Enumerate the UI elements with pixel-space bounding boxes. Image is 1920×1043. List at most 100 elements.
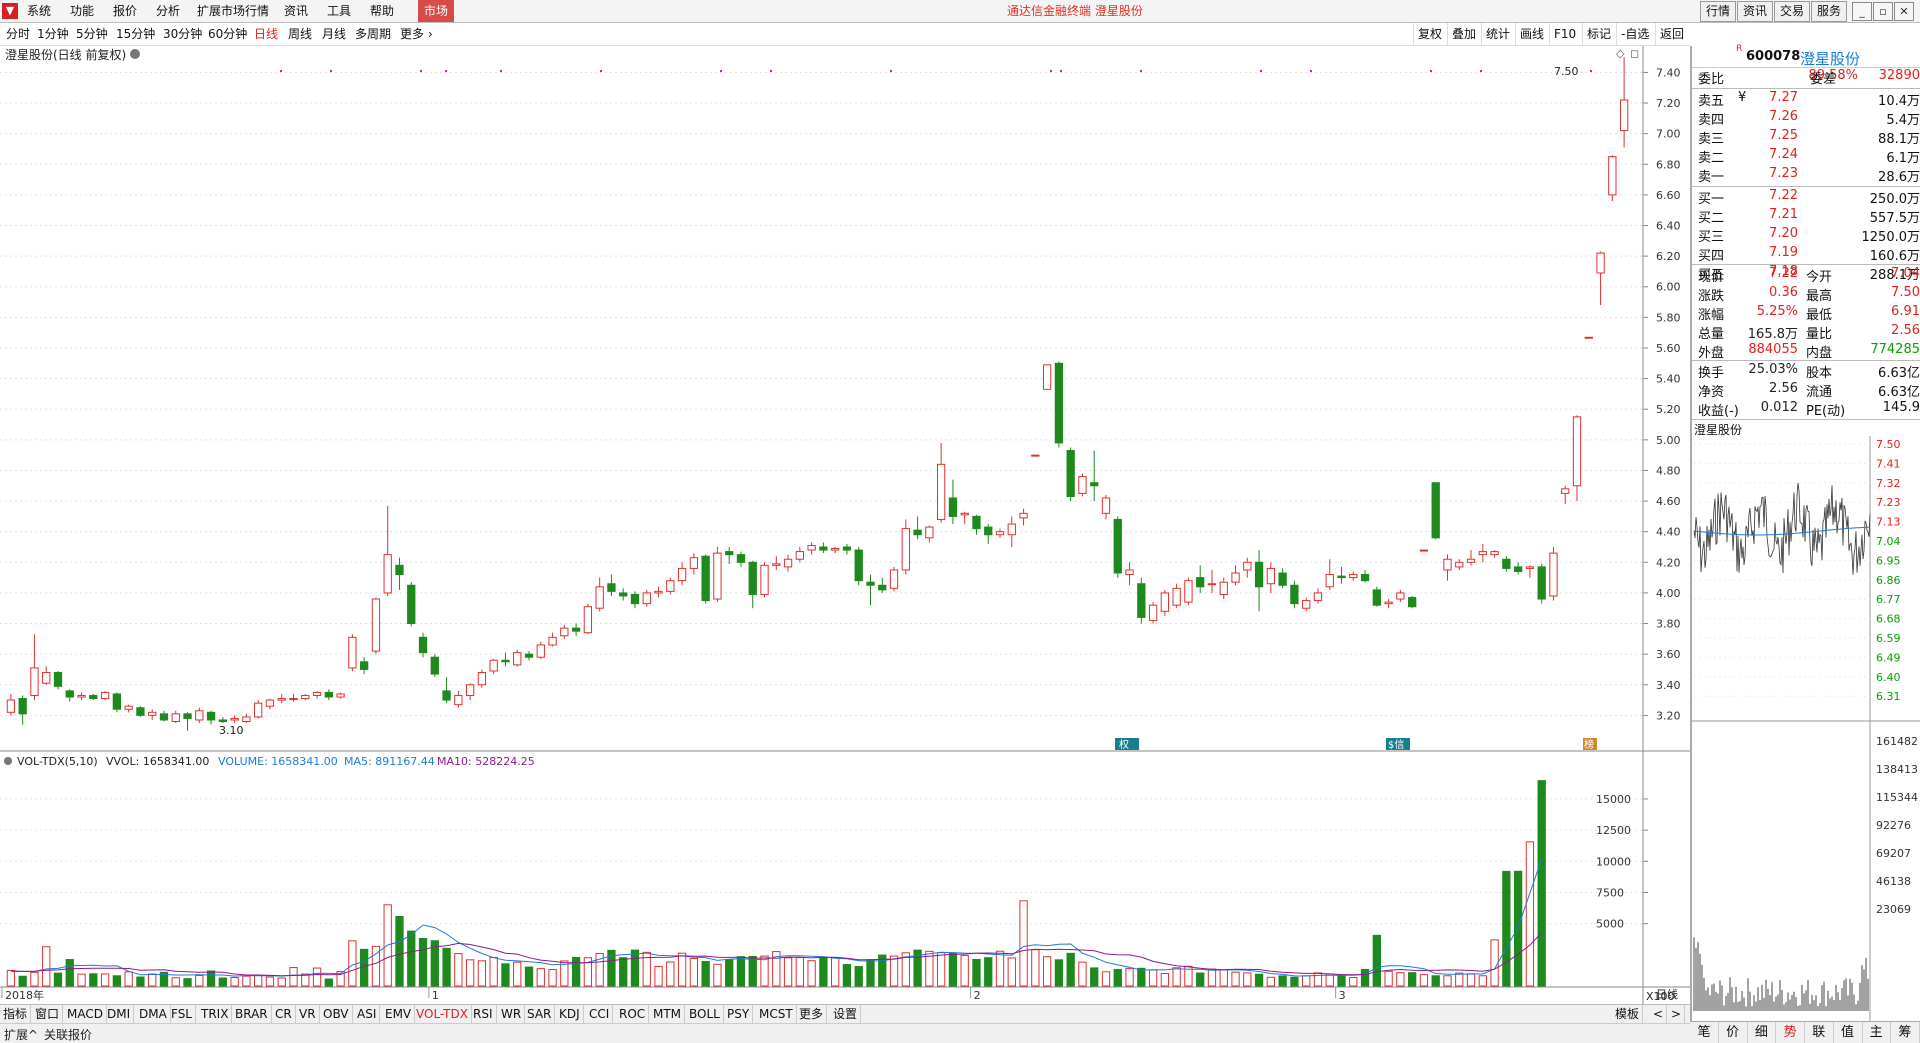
min-icon[interactable]: _: [1852, 2, 1872, 21]
tool-mark[interactable]: 标记: [1582, 23, 1615, 45]
related-quotes-button[interactable]: 关联报价: [44, 1026, 92, 1043]
indicator-tab-trix[interactable]: TRIX: [198, 1005, 233, 1023]
period-weekly[interactable]: 周线: [288, 23, 312, 45]
event-tag-2[interactable]: $信: [1386, 738, 1410, 751]
ask-row[interactable]: 卖二 7.24 6.1万: [1692, 147, 1920, 166]
candle: [619, 588, 628, 601]
status-bar: 扩展^ 关联报价: [0, 1023, 1690, 1043]
tool-draw[interactable]: 画线: [1515, 23, 1548, 45]
candle: [1490, 550, 1499, 558]
indicator-tab-roc[interactable]: ROC: [616, 1005, 650, 1023]
chart-settings-icon[interactable]: [130, 49, 140, 59]
menu-item-extended-market[interactable]: 扩展市场行情: [197, 0, 269, 22]
kline-chart[interactable]: 7.40 7.20 7.00 6.80 6.60 6.40 6.20 6.00 5.80 5.60…: [0, 46, 1690, 1004]
bottom-tab[interactable]: 主: [1862, 1022, 1892, 1043]
diamond-icon[interactable]: ◇: [1616, 47, 1625, 60]
period-monthly[interactable]: 月线: [322, 23, 346, 45]
bottom-tab[interactable]: 细: [1747, 1022, 1777, 1043]
indicator-tab-brar[interactable]: BRAR: [232, 1005, 272, 1023]
indicator-tab-index[interactable]: 指标: [0, 1005, 32, 1023]
indicator-tab-asi[interactable]: ASI: [354, 1005, 381, 1023]
bottom-tab[interactable]: 笔: [1690, 1022, 1719, 1043]
event-tag-1[interactable]: 权: [1115, 738, 1139, 751]
indicator-tab-psy[interactable]: PSY: [724, 1005, 754, 1023]
period-30min[interactable]: 30分钟: [163, 23, 202, 45]
indicator-tab-window[interactable]: 窗口: [32, 1005, 64, 1023]
period-multi[interactable]: 多周期: [355, 23, 391, 45]
bid-row[interactable]: 买四 7.19 160.6万: [1692, 245, 1920, 264]
scroll-right-icon[interactable]: >: [1668, 1005, 1686, 1023]
ask-row[interactable]: 卖三 7.25 88.1万: [1692, 128, 1920, 147]
tool-adjust[interactable]: 复权: [1413, 23, 1446, 45]
period-5min[interactable]: 5分钟: [76, 23, 108, 45]
volume-settings-icon[interactable]: [4, 757, 12, 765]
bid-row[interactable]: 买三 7.20 1250.0万: [1692, 226, 1920, 245]
bottom-tab[interactable]: 值: [1834, 1022, 1863, 1043]
indicator-tab-cr[interactable]: CR: [272, 1005, 296, 1023]
period-1min[interactable]: 1分钟: [37, 23, 69, 45]
tool-f10[interactable]: F10: [1549, 23, 1580, 45]
indicator-tab-wr[interactable]: WR: [498, 1005, 526, 1023]
bid-row[interactable]: 买一 7.22 250.0万: [1692, 188, 1920, 207]
indicator-tab-kdj[interactable]: KDJ: [556, 1005, 584, 1023]
tool-overlay[interactable]: 叠加: [1447, 23, 1480, 45]
menu-item-market[interactable]: 市场: [418, 0, 455, 22]
scroll-left-icon[interactable]: <: [1650, 1005, 1668, 1023]
bid-row[interactable]: 买二 7.21 557.5万: [1692, 207, 1920, 226]
restore-icon[interactable]: ▫: [1873, 2, 1893, 21]
tool-stats[interactable]: 统计: [1481, 23, 1514, 45]
indicator-tab-dma[interactable]: DMA: [136, 1005, 171, 1023]
indicator-tab-dmi[interactable]: DMI: [104, 1005, 135, 1023]
ask-row[interactable]: 卖一 7.23 28.6万: [1692, 166, 1920, 185]
expand-button[interactable]: 扩展^: [4, 1026, 38, 1043]
quote-stat-row: 收益(-) 0.012 PE(动) 145.9: [1698, 400, 1920, 419]
indicator-tab-macd[interactable]: MACD: [64, 1005, 107, 1023]
app-logo-icon[interactable]: ▼: [2, 3, 18, 19]
top-button-service[interactable]: 服务: [1811, 1, 1847, 22]
menu-item-system[interactable]: 系统: [27, 0, 51, 22]
candle: [725, 546, 734, 564]
collapse-icon[interactable]: ◻: [1630, 47, 1639, 60]
period-15min[interactable]: 15分钟: [116, 23, 155, 45]
template-button[interactable]: 模板: [1612, 1005, 1644, 1023]
ask-row[interactable]: 卖四 7.26 5.4万: [1692, 109, 1920, 128]
menu-item-help[interactable]: 帮助: [370, 0, 394, 22]
top-button-quotes[interactable]: 行情: [1700, 1, 1736, 22]
indicator-tab-mcst[interactable]: MCST: [756, 1005, 797, 1023]
indicator-tab-obv[interactable]: OBV: [320, 1005, 353, 1023]
chevron-right-icon[interactable]: ›: [428, 23, 433, 45]
indicator-tab-cci[interactable]: CCI: [586, 1005, 614, 1023]
event-tag-3[interactable]: 榜: [1583, 738, 1597, 751]
tool-watchlist[interactable]: -自选: [1616, 23, 1653, 45]
indicator-tab-vol-tdx[interactable]: VOL-TDX: [413, 1005, 472, 1023]
ask-row[interactable]: 卖五 ¥7.27 10.4万: [1692, 90, 1920, 109]
period-60min[interactable]: 60分钟: [208, 23, 247, 45]
menu-item-analysis[interactable]: 分析: [156, 0, 180, 22]
top-button-trade[interactable]: 交易: [1774, 1, 1810, 22]
indicator-tab-vr[interactable]: VR: [296, 1005, 320, 1023]
menu-item-function[interactable]: 功能: [70, 0, 94, 22]
indicator-tab-settings[interactable]: 设置: [830, 1005, 862, 1023]
menu-item-tools[interactable]: 工具: [327, 0, 351, 22]
intraday-mini-chart[interactable]: 7.50 7.41 7.32 7.23 7.13 7.04 6.95 6.86 6.77 6.68…: [1692, 436, 1920, 1021]
volume-bar: [1466, 973, 1476, 987]
top-button-news[interactable]: 资讯: [1737, 1, 1773, 22]
indicator-tab-boll[interactable]: BOLL: [686, 1005, 724, 1023]
indicator-tab-sar[interactable]: SAR: [524, 1005, 556, 1023]
close-icon[interactable]: ✕: [1894, 2, 1914, 21]
menu-item-quote[interactable]: 报价: [113, 0, 137, 22]
indicator-tab-mtm[interactable]: MTM: [650, 1005, 686, 1023]
indicator-tab-emv[interactable]: EMV: [382, 1005, 416, 1023]
indicator-tab-rsi[interactable]: RSI: [470, 1005, 497, 1023]
period-daily[interactable]: 日线: [254, 23, 278, 45]
bottom-tab[interactable]: 势: [1776, 1022, 1806, 1043]
period-timeshare[interactable]: 分时: [6, 23, 30, 45]
tool-back[interactable]: 返回: [1655, 23, 1688, 45]
indicator-tab-more[interactable]: 更多: [796, 1005, 828, 1023]
bottom-tab[interactable]: 价: [1719, 1022, 1748, 1043]
period-more[interactable]: 更多: [400, 23, 424, 45]
bottom-tab[interactable]: 联: [1805, 1022, 1834, 1043]
menu-item-news[interactable]: 资讯: [284, 0, 308, 22]
indicator-tab-fsl[interactable]: FSL: [168, 1005, 196, 1023]
bottom-tab[interactable]: 筹: [1891, 1022, 1920, 1043]
